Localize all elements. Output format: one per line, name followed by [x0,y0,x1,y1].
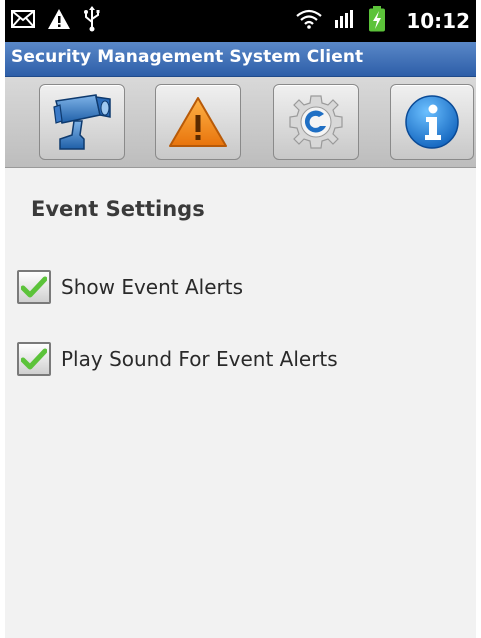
alert-triangle-icon [169,97,227,147]
settings-gear-icon [289,95,343,149]
event-settings-title: Event Settings [31,197,205,221]
show-event-alerts-checkbox[interactable] [17,270,51,304]
battery-charging-icon [368,6,386,36]
play-sound-option[interactable]: Play Sound For Event Alerts [17,339,338,379]
status-bar-system: 10:12 [296,0,470,42]
show-event-alerts-option[interactable]: Show Event Alerts [17,267,243,307]
usb-icon [83,6,101,36]
play-sound-checkbox[interactable] [17,342,51,376]
status-time: 10:12 [406,9,470,33]
status-bar-notifications [11,0,113,42]
info-icon [405,95,459,149]
settings-button[interactable] [273,84,359,160]
show-event-alerts-label: Show Event Alerts [61,275,244,299]
camera-button[interactable] [39,84,125,160]
checkmark-icon [21,276,47,298]
app-title-bar: Security Management System Client [5,42,476,77]
status-bar: 10:12 [5,0,476,42]
app-title: Security Management System Client [11,47,364,67]
camera-icon [53,94,111,150]
checkmark-icon [21,348,47,370]
warning-icon [47,8,71,34]
signal-icon [334,10,356,32]
wifi-icon [296,9,323,33]
info-button[interactable] [390,84,474,160]
alerts-button[interactable] [155,84,241,160]
play-sound-label: Play Sound For Event Alerts [61,347,338,371]
main-toolbar [5,77,476,168]
email-icon [11,10,35,32]
app-screen: 10:12 Security Management System Client [5,0,476,638]
